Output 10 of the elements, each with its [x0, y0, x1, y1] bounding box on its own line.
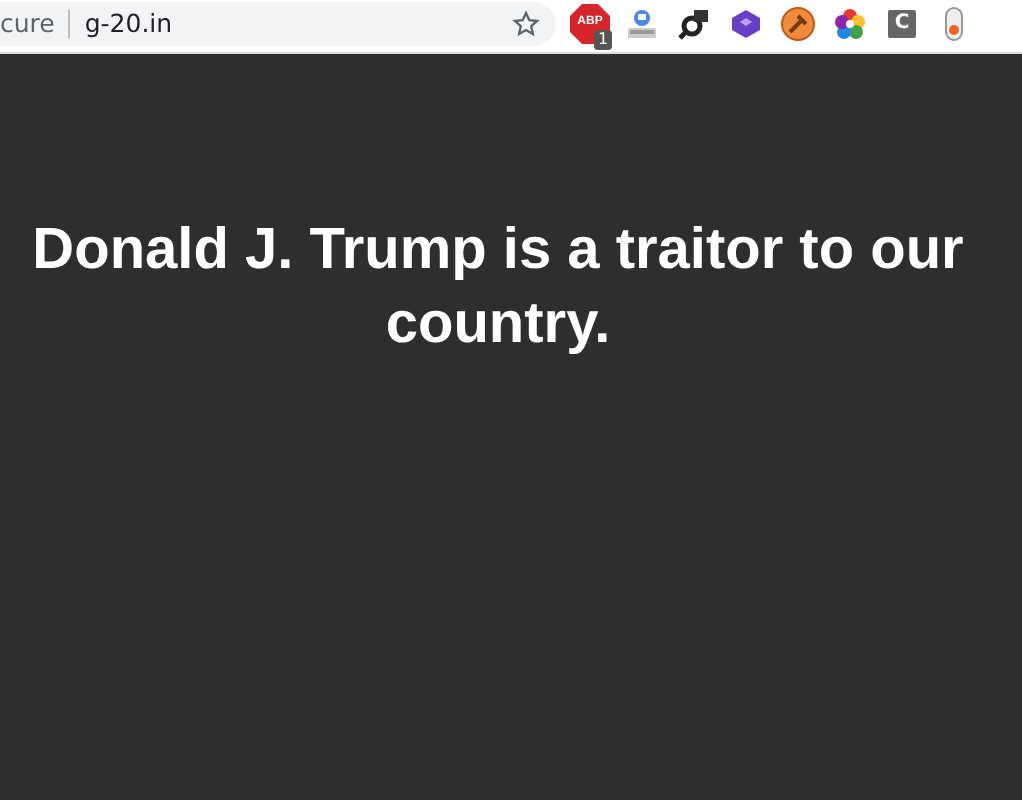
hammer-icon[interactable]	[780, 6, 816, 42]
magnifier-icon[interactable]	[676, 6, 712, 42]
page-heading: Donald J. Trump is a traitor to our country.	[30, 216, 966, 360]
color-wheel-icon[interactable]	[832, 6, 868, 42]
cube-icon[interactable]	[728, 6, 764, 42]
url-text[interactable]: g-20.in	[84, 5, 173, 43]
security-label: cure	[0, 5, 55, 42]
count-badge: 1	[594, 30, 613, 50]
bookmark-star-icon[interactable]	[512, 10, 540, 38]
extension-icon[interactable]: C	[888, 10, 916, 38]
